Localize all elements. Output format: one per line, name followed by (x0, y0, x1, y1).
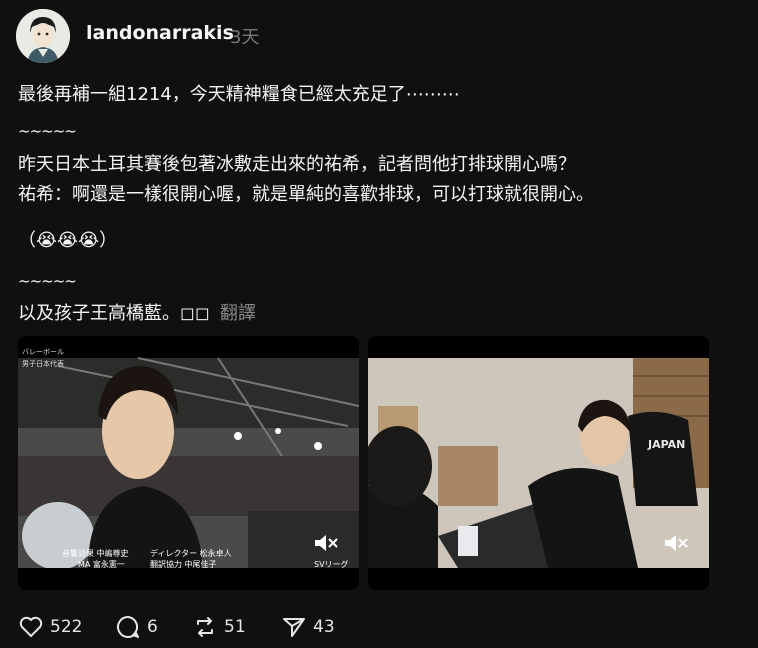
divider-tilde: ~~~~~ (18, 122, 77, 140)
post-text-line-2: 昨天日本土耳其賽後包著冰敷走出來的祐希，記者問他打排球開心嗎？ (18, 154, 576, 175)
repost-count: 51 (224, 617, 246, 637)
post-text-line-5-text: 以及孩子王高橋藍。◻◻ (18, 303, 210, 324)
mute-icon[interactable] (663, 532, 689, 554)
translate-link[interactable]: 翻譯 (220, 303, 256, 324)
divider-tilde: ~~~~~ (18, 272, 77, 290)
avatar[interactable] (16, 9, 70, 63)
video-thumbnail-1[interactable]: バレーボール 男子日本代表 音響効果 中嶋尊史 MA 富永憲一 ディレクター 松… (18, 336, 359, 590)
post-time: 3天 (230, 27, 260, 48)
like-button[interactable]: 522 (18, 614, 82, 640)
comment-icon (117, 616, 139, 638)
mute-icon[interactable] (313, 532, 339, 554)
send-icon (283, 618, 305, 637)
post-text-line-5: 以及孩子王高橋藍。◻◻ 翻譯 (18, 299, 256, 325)
svg-text:MA 富永憲一: MA 富永憲一 (78, 559, 125, 569)
repost-icon (197, 617, 213, 637)
share-button[interactable]: 43 (281, 614, 335, 640)
svg-text:ディレクター 松永卓人: ディレクター 松永卓人 (150, 548, 232, 558)
comment-count: 6 (147, 617, 158, 637)
post-text-line-3: 祐希：啊還是一樣很開心喔，就是單純的喜歡排球，可以打球就很開心。 (18, 184, 594, 205)
jersey-text: JAPAN (647, 438, 685, 451)
video-thumbnail-2[interactable]: JAPAN (368, 336, 709, 590)
heart-icon (19, 616, 43, 637)
tag-text: SVリーグ (314, 559, 349, 569)
credits-left: 音響効果 中嶋尊史 (62, 548, 129, 558)
username[interactable]: landonarrakis (86, 22, 234, 44)
post-text-line-1: 最後再補一組1214，今天精神糧食已經太充足了⋯⋯⋯ (18, 84, 460, 105)
like-count: 522 (50, 617, 83, 637)
svg-text:バレーボール: バレーボール (22, 348, 64, 356)
share-count: 43 (313, 617, 335, 637)
svg-text:翻訳協力 中尾佳子: 翻訳協力 中尾佳子 (150, 559, 217, 569)
repost-button[interactable]: 51 (192, 614, 246, 640)
comment-button[interactable]: 6 (115, 614, 158, 640)
svg-text:男子日本代表: 男子日本代表 (22, 359, 64, 368)
post-text-line-4: （😭😭😭） (18, 230, 118, 251)
